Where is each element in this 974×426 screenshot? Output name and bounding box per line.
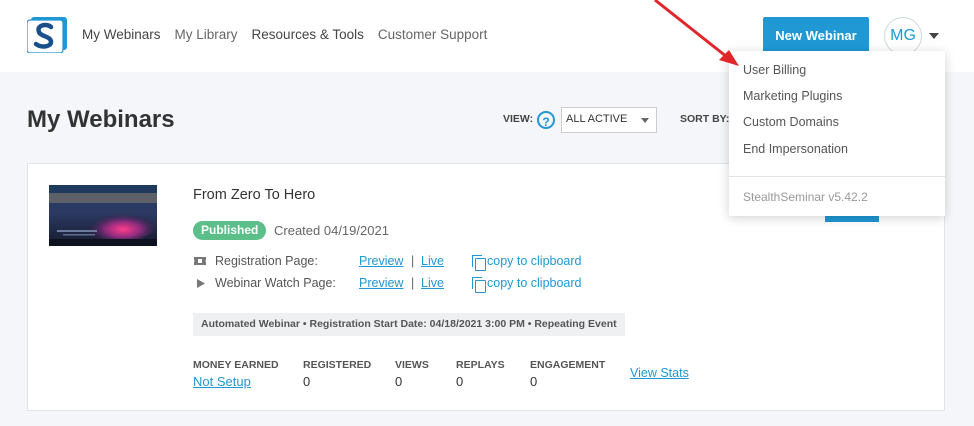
- registration-page-label: Registration Page:: [215, 254, 318, 268]
- menu-divider: [729, 176, 945, 177]
- stat-value-engagement: 0: [530, 374, 538, 389]
- menu-item-user-billing[interactable]: User Billing: [743, 63, 806, 77]
- view-label: VIEW:: [503, 113, 534, 125]
- stat-value-registered: 0: [303, 374, 311, 389]
- stat-label-engagement: ENGAGEMENT: [530, 359, 606, 371]
- registration-copy-link[interactable]: copy to clipboard: [487, 254, 582, 268]
- nav-customer-support[interactable]: Customer Support: [378, 27, 488, 42]
- copy-icon[interactable]: [472, 255, 486, 271]
- stat-label-money: MONEY EARNED: [193, 359, 279, 371]
- nav-my-webinars[interactable]: My Webinars: [82, 27, 161, 42]
- stat-value-views: 0: [395, 374, 403, 389]
- chevron-down-icon: [641, 118, 649, 123]
- watch-copy-link[interactable]: copy to clipboard: [487, 276, 582, 290]
- webinar-title[interactable]: From Zero To Hero: [193, 187, 315, 203]
- menu-item-end-impersonation[interactable]: End Impersonation: [743, 142, 848, 156]
- help-circle-icon[interactable]: ?: [537, 111, 555, 129]
- watch-live-link[interactable]: Live: [421, 276, 444, 290]
- copy-icon[interactable]: [472, 277, 486, 293]
- registration-live-link[interactable]: Live: [421, 254, 444, 268]
- watch-preview-link[interactable]: Preview: [359, 276, 403, 290]
- page-title: My Webinars: [27, 106, 175, 133]
- separator: |: [411, 254, 415, 268]
- registration-preview-link[interactable]: Preview: [359, 254, 403, 268]
- webinar-thumbnail[interactable]: [49, 185, 157, 246]
- status-badge: Published: [193, 221, 267, 240]
- user-menu-dropdown: User Billing Marketing Plugins Custom Do…: [729, 51, 945, 216]
- user-avatar[interactable]: MG: [884, 17, 922, 55]
- stat-label-replays: REPLAYS: [456, 359, 505, 371]
- nav-resources-tools[interactable]: Resources & Tools: [252, 27, 364, 42]
- new-webinar-button[interactable]: New Webinar: [763, 17, 869, 54]
- ticket-icon: [194, 257, 206, 265]
- money-earned-link[interactable]: Not Setup: [193, 374, 251, 389]
- separator: |: [411, 276, 415, 290]
- sort-label: SORT BY:: [680, 113, 730, 125]
- stat-label-views: VIEWS: [395, 359, 429, 371]
- nav-my-library[interactable]: My Library: [175, 27, 238, 42]
- user-menu-chevron-down-icon[interactable]: [929, 33, 939, 39]
- main-nav: My Webinars My Library Resources & Tools…: [82, 27, 487, 42]
- watch-page-label: Webinar Watch Page:: [215, 276, 336, 290]
- view-stats-link[interactable]: View Stats: [630, 366, 689, 380]
- menu-item-custom-domains[interactable]: Custom Domains: [743, 115, 839, 129]
- webinar-info-bar: Automated Webinar • Registration Start D…: [193, 313, 625, 336]
- stat-label-registered: REGISTERED: [303, 359, 372, 371]
- created-date: Created 04/19/2021: [274, 223, 389, 238]
- stat-value-replays: 0: [456, 374, 464, 389]
- play-icon: [197, 279, 205, 288]
- app-logo[interactable]: [27, 16, 68, 53]
- view-filter-value: ALL ACTIVE: [566, 113, 628, 125]
- menu-item-marketing-plugins[interactable]: Marketing Plugins: [743, 89, 842, 103]
- app-version: StealthSeminar v5.42.2: [743, 190, 868, 204]
- view-filter-select[interactable]: ALL ACTIVE: [561, 107, 657, 133]
